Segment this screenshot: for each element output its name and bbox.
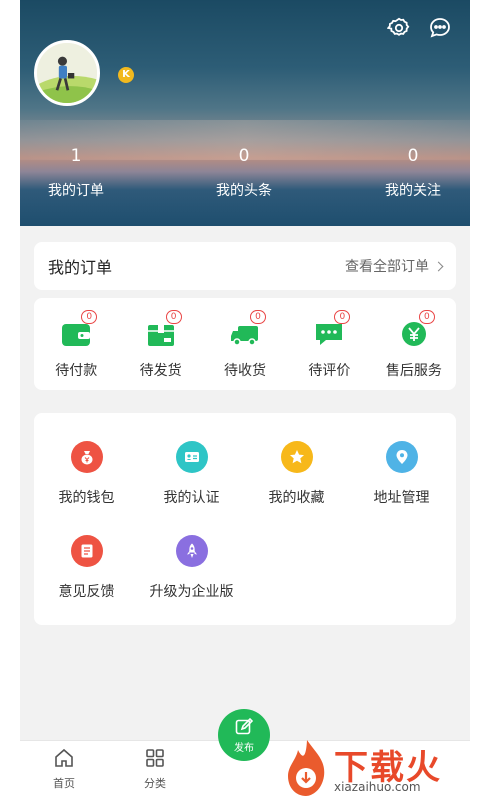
order-status-row: 0 待付款 0 待发货 0 待收货 0 待评价 0 售后服务 [34,298,456,390]
tool-label: 地址管理 [373,490,430,506]
home-icon [55,748,73,767]
order-status-after-sales[interactable]: 0 售后服务 [372,298,456,390]
order-status-pending-payment[interactable]: 0 待付款 [34,298,118,390]
tab-label: 分类 [144,777,166,790]
id-card-icon [175,441,208,473]
publish-button[interactable]: 发布 [218,709,270,761]
order-status-label: 待发货 [139,363,182,379]
watermark: 下载火 xiazaihuo.com [282,736,478,800]
stat-count: 1 [70,146,82,166]
tools-grid: 我的钱包 我的认证 我的收藏 地址管理 意见反馈 升级为企业版 [34,413,456,625]
money-bag-icon [70,441,103,473]
grid-icon [146,749,164,767]
view-all-orders-label: 查看全部订单 [345,259,429,275]
tool-feedback[interactable]: 意见反馈 [34,535,139,601]
tab-label: 首页 [53,777,75,790]
order-status-pending-receipt[interactable]: 0 待收货 [203,298,287,390]
count-badge: 0 [418,310,435,324]
order-status-label: 售后服务 [385,363,442,379]
tab-home[interactable]: 首页 [34,747,94,791]
tool-upgrade-enterprise[interactable]: 升级为企业版 [139,535,244,601]
flame-logo-icon [288,740,325,796]
tool-address-management[interactable]: 地址管理 [349,441,454,507]
profile-header: K 1 我的订单 0 我的头条 0 我的关注 [20,0,470,226]
avatar[interactable] [34,40,100,106]
truck-icon: 0 [230,310,267,348]
stat-count: 0 [238,146,250,166]
count-badge: 0 [165,310,182,324]
profile-screen: K 1 我的订单 0 我的头条 0 我的关注 我的订单 查看全部订单 0 待付款 [20,0,470,800]
publish-label: 发布 [234,742,254,754]
tool-label: 我的钱包 [58,490,115,506]
chevron-right-icon [433,261,444,272]
tool-my-verification[interactable]: 我的认证 [139,441,244,507]
rocket-icon [175,535,208,567]
stat-my-orders[interactable]: 1 我的订单 [20,145,136,201]
count-badge: 0 [334,310,351,324]
order-status-label: 待收货 [224,363,267,379]
tool-my-favorites[interactable]: 我的收藏 [244,441,349,507]
order-status-label: 待评价 [308,363,351,379]
count-badge: 0 [81,310,98,324]
wallet-icon: 0 [61,310,98,348]
edit-icon [235,717,254,734]
stat-label: 我的头条 [216,183,272,199]
tool-my-wallet[interactable]: 我的钱包 [34,441,139,507]
chat-bubble-icon[interactable] [428,16,452,40]
location-pin-icon [385,441,418,473]
tool-label: 我的认证 [163,490,220,506]
star-icon [280,441,313,473]
tool-label: 升级为企业版 [149,584,234,600]
tool-label: 我的收藏 [268,490,325,506]
my-orders-header: 我的订单 查看全部订单 [34,242,456,290]
package-icon: 0 [146,310,182,348]
gear-icon[interactable] [386,16,411,40]
comment-icon: 0 [314,310,351,348]
tab-category[interactable]: 分类 [125,747,185,791]
stat-my-follows[interactable]: 0 我的关注 [353,145,470,201]
level-badge: K [118,67,134,83]
feedback-list-icon [70,535,103,567]
stat-label: 我的关注 [385,183,441,199]
order-status-label: 待付款 [55,363,98,379]
stat-my-headlines[interactable]: 0 我的头条 [184,145,304,201]
order-status-pending-shipment[interactable]: 0 待发货 [118,298,202,390]
yen-coin-icon: 0 [399,310,435,348]
my-orders-title: 我的订单 [48,258,113,277]
watermark-url: xiazaihuo.com [334,780,421,794]
tool-label: 意见反馈 [58,584,115,600]
count-badge: 0 [250,310,267,324]
view-all-orders-link[interactable]: 查看全部订单 [345,256,444,276]
stat-label: 我的订单 [48,183,104,199]
order-status-pending-review[interactable]: 0 待评价 [287,298,371,390]
stat-count: 0 [407,146,419,166]
